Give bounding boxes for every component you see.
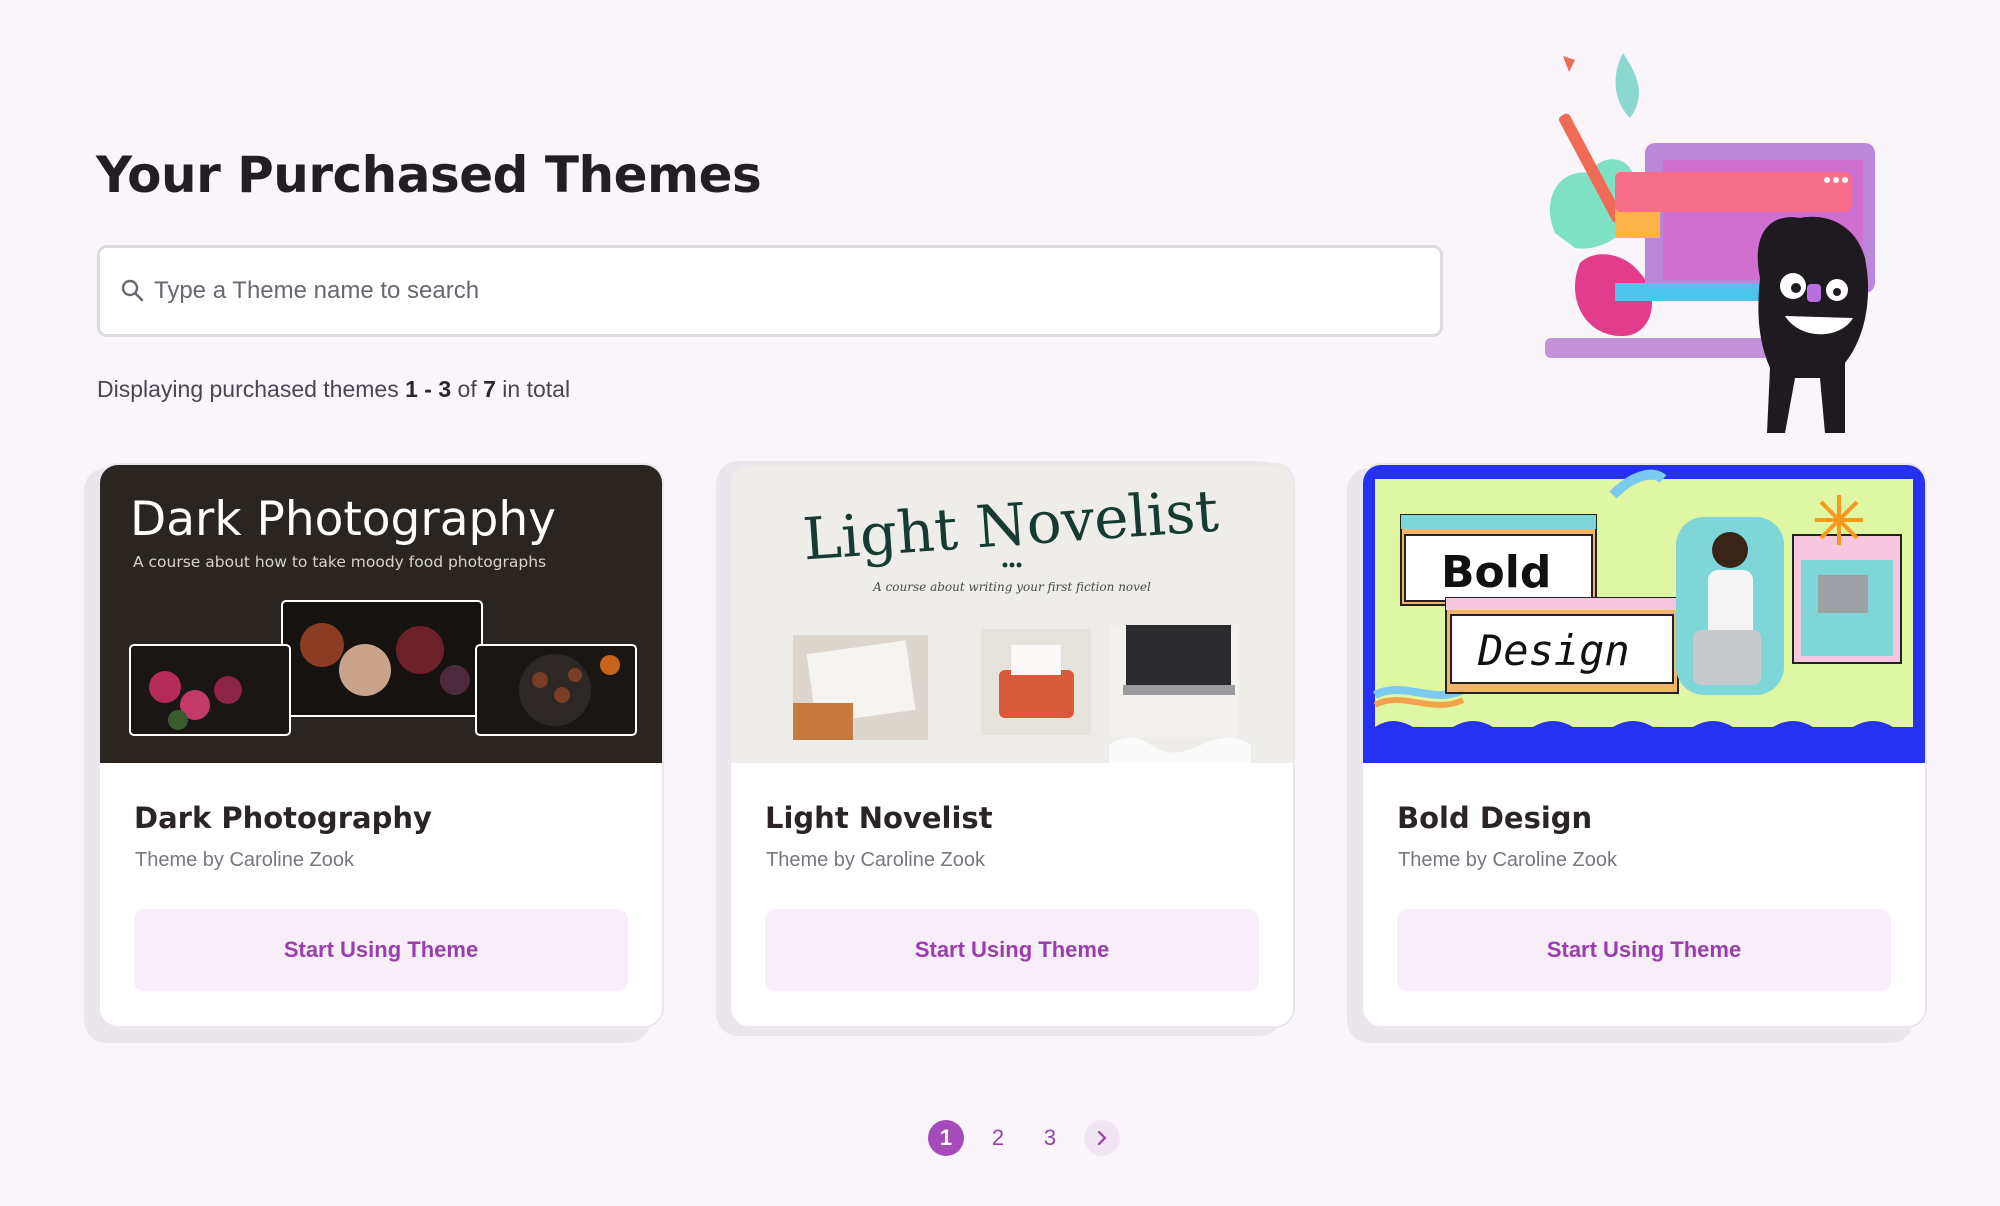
monster-laptop-illustration [1545, 53, 1875, 433]
theme-author: Theme by Caroline Zook [135, 849, 354, 871]
theme-author: Theme by Caroline Zook [766, 849, 985, 871]
page-2-button[interactable]: 2 [980, 1120, 1016, 1156]
thumb-title-line2: Design [1477, 626, 1630, 675]
page-1-button[interactable]: 1 [928, 1120, 964, 1156]
start-using-theme-button[interactable]: Start Using Theme [1397, 909, 1891, 991]
theme-card-dark-photography: Dark Photography A course about how to t… [98, 463, 664, 1028]
theme-name: Dark Photography [134, 801, 432, 835]
search-field[interactable] [97, 245, 1443, 337]
theme-author: Theme by Caroline Zook [1398, 849, 1617, 871]
start-using-theme-button[interactable]: Start Using Theme [765, 909, 1259, 991]
thumb-subtitle: A course about how to take moody food ph… [133, 553, 546, 571]
thumb-title: Dark Photography [130, 492, 556, 547]
result-summary: Displaying purchased themes 1 - 3 of 7 i… [97, 376, 571, 402]
theme-thumbnail: Bold Design [1363, 465, 1925, 763]
thumb-title-line1: Bold [1441, 547, 1551, 598]
theme-name: Light Novelist [765, 801, 993, 835]
page-3-button[interactable]: 3 [1032, 1120, 1068, 1156]
page-title: Your Purchased Themes [96, 146, 762, 204]
theme-thumbnail: Light Novelist A course about writing yo… [731, 465, 1293, 763]
start-using-theme-button[interactable]: Start Using Theme [134, 909, 628, 991]
theme-thumbnail: Dark Photography A course about how to t… [100, 465, 662, 763]
search-input[interactable] [152, 276, 1440, 306]
next-page-button[interactable] [1084, 1120, 1120, 1156]
thumb-subtitle: A course about writing your first fictio… [872, 580, 1151, 594]
theme-card-bold-design: Bold Design Bold Design Theme by Carolin… [1361, 463, 1927, 1028]
theme-card-light-novelist: Light Novelist A course about writing yo… [729, 463, 1295, 1028]
pagination: 1 2 3 [928, 1120, 1120, 1156]
search-icon [121, 279, 144, 302]
chevron-right-icon [1097, 1130, 1107, 1146]
theme-name: Bold Design [1397, 801, 1593, 835]
